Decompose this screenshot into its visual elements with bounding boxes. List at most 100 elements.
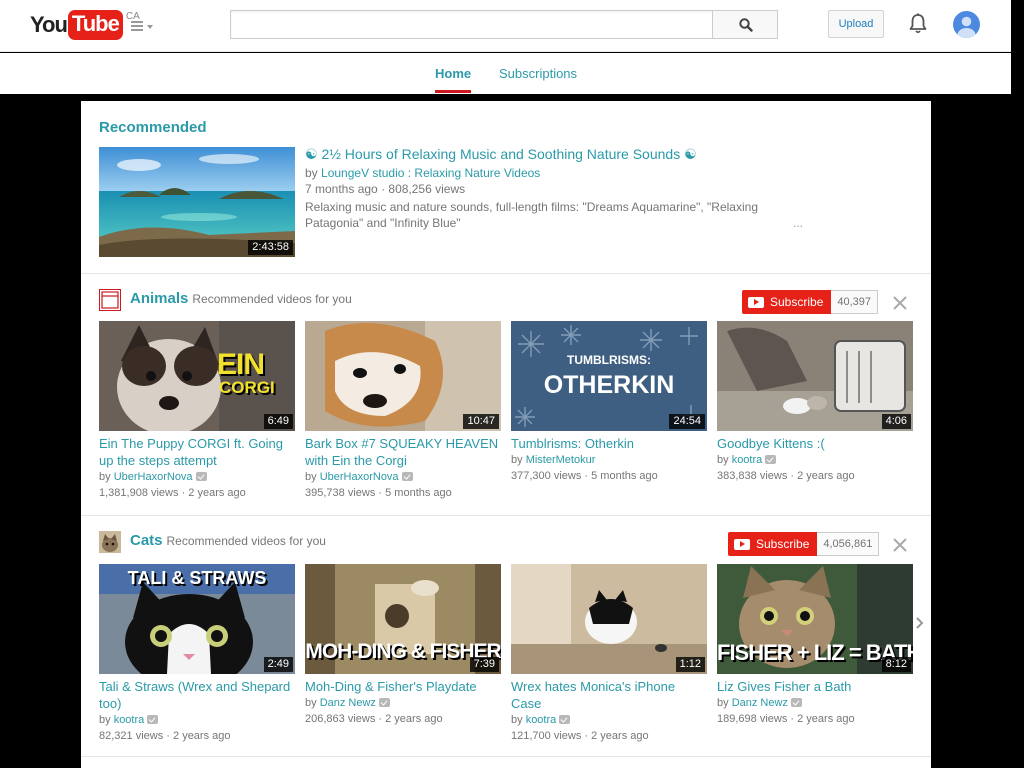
video-duration: 6:49 [263, 414, 293, 429]
shelf-subtitle: Recommended videos for you [166, 534, 326, 548]
video-duration: 7:39 [469, 657, 499, 672]
video-age: 2 years ago [173, 730, 231, 742]
channel-link[interactable]: MisterMetokur [526, 454, 596, 466]
channel-link[interactable]: Danz Newz [732, 697, 788, 709]
channel-link[interactable]: kootra [732, 454, 763, 466]
video-age: 2 years ago [797, 470, 855, 482]
by-prefix: by [305, 697, 317, 709]
subscribe-button-cats[interactable]: Subscribe 4,056,861 [728, 532, 880, 556]
dismiss-close-icon[interactable] [892, 295, 908, 311]
video-stats: 7 months ago · 808,256 views [305, 181, 795, 197]
meta-separator: · [378, 713, 383, 725]
video-age: 7 months ago [305, 182, 378, 196]
description-ellipsis[interactable]: ... [793, 216, 803, 230]
verified-check-icon [378, 698, 390, 707]
dismiss-close-icon[interactable] [892, 537, 908, 553]
search-icon [739, 18, 753, 32]
user-silhouette-icon [957, 16, 976, 38]
thumbnail-caption: OTHERKIN [543, 371, 675, 399]
meta-separator: · [381, 182, 386, 196]
by-prefix: by [99, 714, 111, 726]
by-prefix: by [717, 697, 729, 709]
video-age: 2 years ago [385, 713, 443, 725]
channel-link[interactable]: Danz Newz [320, 697, 376, 709]
video-duration: 2:49 [263, 657, 293, 672]
video-byline: by Danz Newz [305, 695, 501, 711]
thumbnail-caption: TUMBLRISMS: [567, 353, 651, 367]
video-thumbnail[interactable]: 1:12 [511, 564, 707, 674]
video-title-link[interactable]: Goodbye Kittens :( [717, 435, 913, 452]
subscribe-button[interactable]: Subscribe [742, 290, 832, 314]
video-age: 5 months ago [591, 470, 658, 482]
video-duration: 1:12 [675, 657, 705, 672]
tab-home[interactable]: Home [435, 66, 472, 93]
video-thumbnail[interactable]: 2:43:58 [99, 147, 295, 257]
meta-separator: · [584, 470, 589, 482]
video-thumbnail[interactable]: TALI & STRAWS 2:49 [99, 564, 295, 674]
channel-link[interactable]: kootra [114, 714, 145, 726]
upload-button[interactable]: Upload [828, 10, 884, 38]
subscriber-count: 40,397 [831, 290, 879, 314]
video-title-link[interactable]: Moh-Ding & Fisher's Playdate [305, 678, 501, 695]
feed-tabs: Home Subscriptions [0, 53, 1011, 94]
shelf-title-link[interactable]: Cats [130, 532, 163, 549]
section-divider [81, 515, 931, 516]
meta-separator: · [166, 730, 170, 742]
video-age: 2 years ago [797, 713, 855, 725]
shelf-title-link[interactable]: Animals [130, 290, 188, 307]
video-byline: by Danz Newz [717, 695, 913, 711]
video-duration: 10:47 [463, 414, 499, 429]
video-thumbnail[interactable]: EIN CORGI 6:49 [99, 321, 295, 431]
video-views: 383,838 views [717, 470, 788, 482]
account-avatar[interactable] [953, 11, 980, 38]
video-stats: 1,381,908 views · 2 years ago [99, 485, 295, 501]
video-views: 121,700 views [511, 730, 582, 742]
channel-link[interactable]: UberHaxorNova [320, 471, 399, 483]
search-input[interactable] [231, 11, 713, 38]
video-thumbnail[interactable]: 10:47 [305, 321, 501, 431]
search-button[interactable] [712, 10, 778, 39]
video-card: 4:06 Goodbye Kittens :( by kootra 383,83… [717, 321, 913, 484]
chevron-right-icon[interactable] [915, 616, 925, 630]
channel-link[interactable]: LoungeV studio : Relaxing Nature Videos [321, 166, 540, 180]
shelf-title: Cats Recommended videos for you [130, 532, 326, 549]
video-thumbnail[interactable]: MOH-DING & FISHER 7:39 [305, 564, 501, 674]
video-title-link[interactable]: Liz Gives Fisher a Bath [717, 678, 913, 695]
video-byline: by UberHaxorNova [305, 469, 501, 485]
video-thumbnail[interactable]: 4:06 [717, 321, 913, 431]
video-card: TUMBLRISMS: OTHERKIN 24:54 Tumblrisms: O… [511, 321, 707, 484]
animals-channel-icon[interactable] [99, 289, 121, 311]
video-thumbnail[interactable]: FISHER + LIZ = BATH 8:12 [717, 564, 913, 674]
by-prefix: by [305, 166, 318, 180]
youtube-logo[interactable]: You Tube CA [30, 9, 140, 41]
video-thumbnail[interactable]: TUMBLRISMS: OTHERKIN 24:54 [511, 321, 707, 431]
video-duration: 2:43:58 [248, 240, 293, 255]
shelf-title: Animals Recommended videos for you [130, 290, 352, 307]
video-title-link[interactable]: Bark Box #7 SQUEAKY HEAVEN with Ein the … [305, 435, 501, 469]
video-stats: 189,698 views · 2 years ago [717, 711, 913, 727]
tab-subscriptions[interactable]: Subscriptions [499, 66, 577, 81]
recommended-heading[interactable]: Recommended [99, 119, 207, 136]
video-title-link[interactable]: Wrex hates Monica's iPhone Case [511, 678, 707, 712]
video-byline: by MisterMetokur [511, 452, 707, 468]
video-views: 1,381,908 views [99, 487, 179, 499]
subscribe-button[interactable]: Subscribe [728, 532, 818, 556]
video-card: 10:47 Bark Box #7 SQUEAKY HEAVEN with Ei… [305, 321, 501, 501]
video-duration: 24:54 [669, 414, 705, 429]
video-title-link[interactable]: Ein The Puppy CORGI ft. Going up the ste… [99, 435, 295, 469]
video-byline: by LoungeV studio : Relaxing Nature Vide… [305, 165, 795, 181]
channel-link[interactable]: UberHaxorNova [114, 471, 193, 483]
video-title-link[interactable]: Tumblrisms: Otherkin [511, 435, 707, 452]
video-age: 2 years ago [591, 730, 649, 742]
channel-link[interactable]: kootra [526, 714, 557, 726]
guide-menu-button[interactable] [131, 19, 155, 33]
video-title-link[interactable]: Tali & Straws (Wrex and Shepard too) [99, 678, 295, 712]
youtube-play-icon [734, 538, 750, 550]
section-divider [81, 273, 931, 274]
subscriber-count: 4,056,861 [817, 532, 880, 556]
video-stats: 206,863 views · 2 years ago [305, 711, 501, 727]
video-title-link[interactable]: ☯ 2½ Hours of Relaxing Music and Soothin… [305, 146, 795, 163]
cats-channel-icon[interactable] [99, 531, 121, 553]
notifications-bell-icon[interactable] [908, 13, 928, 35]
subscribe-button-animals[interactable]: Subscribe 40,397 [742, 290, 879, 314]
